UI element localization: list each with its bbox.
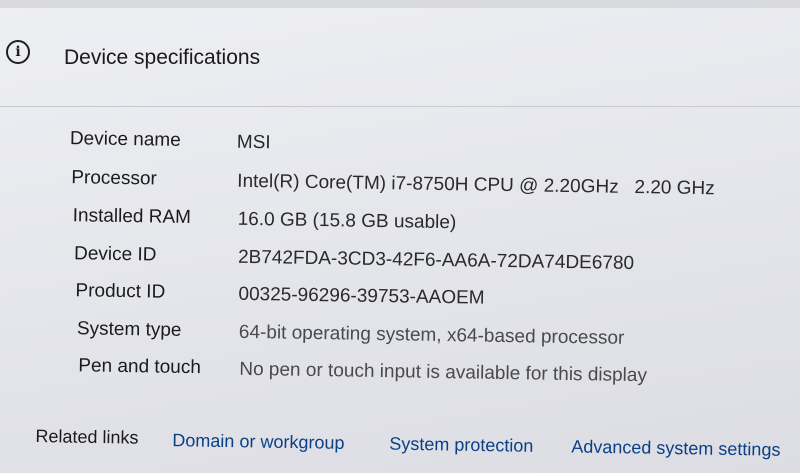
spec-label: Device ID [73,243,157,266]
spec-value: 2B742FDA-3CD3-42F6-AA6A-72DA74DE6780 [237,246,635,275]
advanced-system-settings-link[interactable]: Advanced system settings [571,436,780,460]
spec-label: Installed RAM [72,205,192,229]
spec-value: 16.0 GB (15.8 GB usable) [237,208,457,234]
settings-page: i Device specifications Device name MSI … [0,0,800,473]
system-protection-link[interactable]: System protection [389,434,533,457]
specs-list: Device name MSI Processor Intel(R) Core(… [0,0,800,473]
spec-value: MSI [236,131,271,154]
domain-or-workgroup-link[interactable]: Domain or workgroup [172,430,344,454]
spec-value: Intel(R) Core(TM) i7-8750H CPU @ 2.20GHz… [237,170,715,200]
related-links-label: Related links [35,426,139,448]
spec-value: 64-bit operating system, x64-based proce… [238,321,625,349]
spec-label: Processor [71,167,157,190]
spec-value: 00325-96296-39753-AAOEM [238,283,485,309]
spec-label: Device name [69,128,181,151]
spec-label: Pen and touch [78,355,202,379]
spec-value: No pen or touch input is available for t… [239,358,648,387]
spec-label: System type [76,318,182,341]
spec-label: Product ID [75,280,166,303]
